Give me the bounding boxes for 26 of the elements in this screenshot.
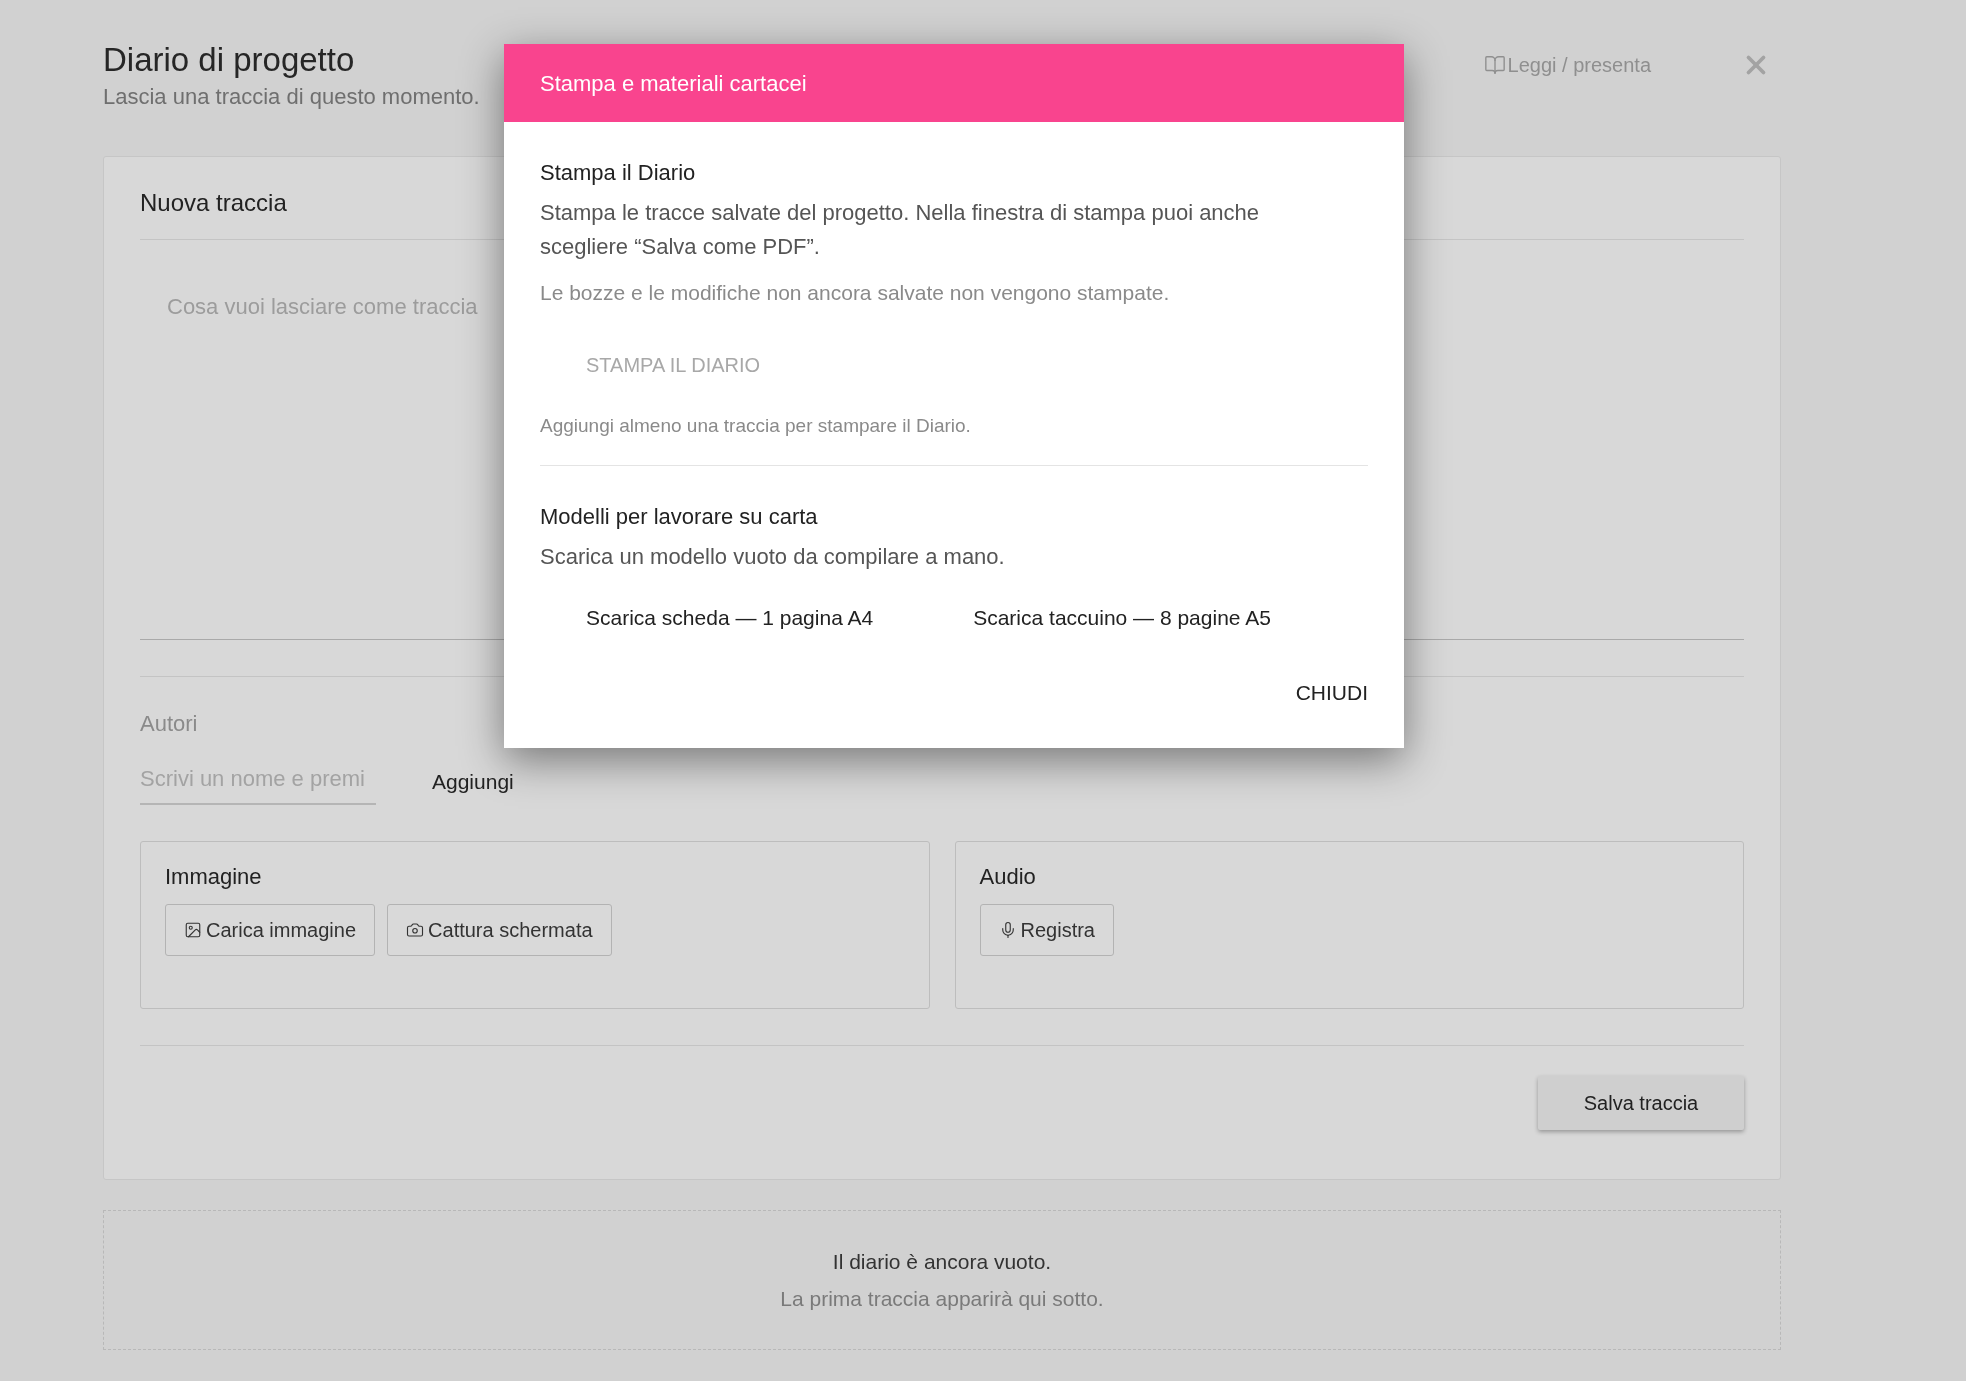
section-heading: Modelli per lavorare su carta [540, 502, 819, 531]
book-icon [1483, 54, 1506, 76]
dialog-title: Stampa e materiali cartacei [540, 69, 807, 98]
add-author-button[interactable]: Aggiungi [432, 765, 514, 805]
image-icon [184, 921, 202, 939]
page-title: Diario di progetto [103, 40, 356, 80]
section-text: Scarica un modello vuoto da compilare a mano. [540, 542, 1006, 571]
empty-state-text: La prima traccia apparirà qui sotto. [780, 1286, 1104, 1312]
section-heading: Stampa il Diario [540, 159, 697, 187]
empty-state-title: Il diario è ancora vuoto. [832, 1248, 1052, 1275]
download-template-link[interactable]: Scarica taccuino — 8 pagine A5 [973, 601, 1271, 633]
panel-title: Audio [979, 863, 1037, 891]
save-entry-button[interactable]: Salva traccia [1538, 1076, 1744, 1130]
print-hint: Aggiungi almeno una traccia per stampare il Diario. [540, 414, 972, 438]
record-button[interactable]: Registra [979, 904, 1114, 956]
section-note: Le bozze e le modifiche non ancora salvate non vengono stampate. [540, 280, 1171, 306]
panel-title: Immagine [165, 863, 263, 891]
upload-button[interactable]: Carica immagine [165, 904, 376, 956]
section-text: Stampa le tracce salvate del progetto. Nella finestra di stampa puoi anche scegliere “Salva come PDF”. [540, 199, 1261, 261]
download-template-link[interactable]: Scarica scheda — 1 pagina A4 [586, 601, 874, 633]
page-subtitle: Lascia una traccia di questo momento. [103, 83, 480, 111]
close-dialog-button[interactable]: CHIUDI [1295, 677, 1368, 709]
camera-icon [406, 921, 425, 939]
card-title: Nuova traccia [140, 188, 287, 218]
authors-label: Autori [140, 710, 198, 738]
screenshot-button[interactable]: Cattura schermata [387, 904, 612, 956]
